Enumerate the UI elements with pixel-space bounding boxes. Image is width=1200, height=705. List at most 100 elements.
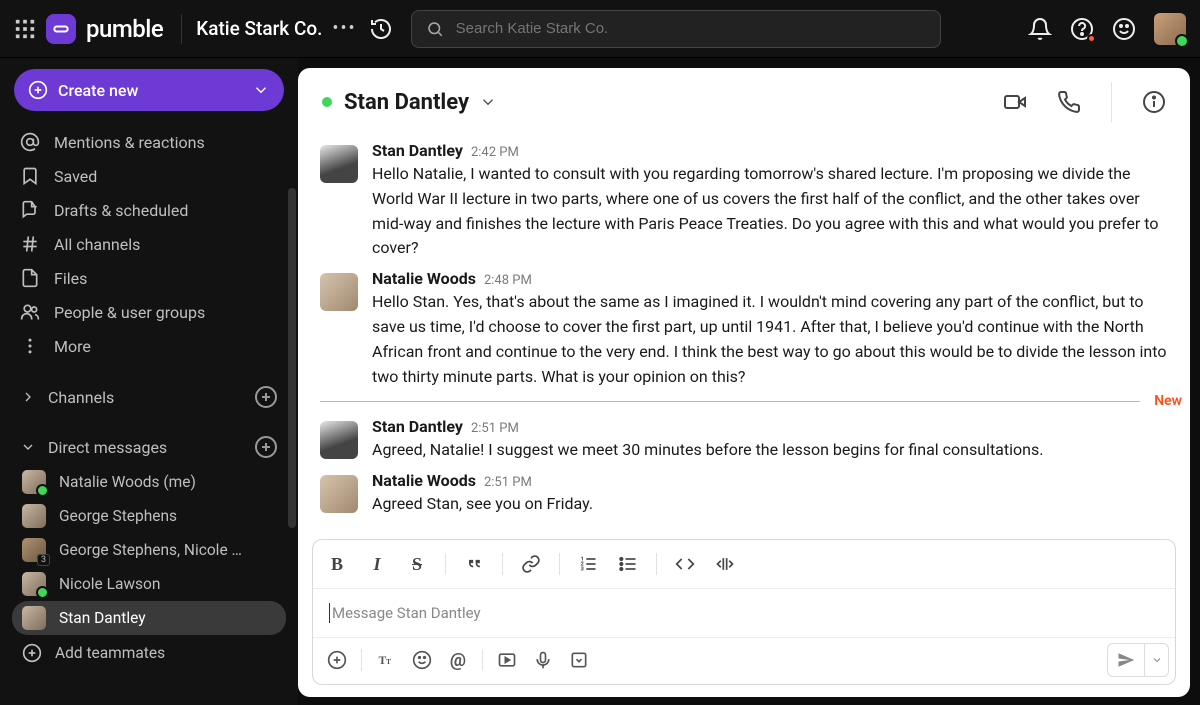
emoji-icon[interactable]	[1112, 17, 1136, 41]
create-new-button[interactable]: Create new	[14, 69, 284, 111]
video-clip-button[interactable]	[489, 642, 525, 678]
mention-icon	[20, 132, 40, 152]
sidebar-scrollbar[interactable]	[288, 188, 296, 528]
nav-mentions[interactable]: Mentions & reactions	[8, 125, 290, 159]
dm-item[interactable]: Natalie Woods (me)	[12, 465, 286, 499]
sidebar-primary-nav: Mentions & reactions Saved Drafts & sche…	[8, 125, 290, 363]
conversation-title[interactable]: Stan Dantley	[344, 90, 469, 115]
chevron-right-icon	[20, 389, 36, 405]
plus-circle-icon	[22, 643, 42, 663]
dm-item[interactable]: Nicole Lawson	[12, 567, 286, 601]
add-channel-icon[interactable]	[254, 385, 278, 409]
send-options-button[interactable]	[1144, 644, 1168, 676]
conversation-panel: Stan Dantley Stan Dantley 2:42 PMHello Na…	[298, 68, 1190, 697]
message: Stan Dantley2:51 PMAgreed, Natalie! I su…	[320, 411, 1182, 465]
current-user-avatar[interactable]	[1154, 13, 1186, 45]
video-call-icon[interactable]	[1003, 90, 1027, 114]
ordered-list-button[interactable]: 123	[570, 546, 606, 582]
message-avatar[interactable]	[320, 475, 358, 513]
composer-input[interactable]: Message Stan Dantley	[313, 589, 1175, 637]
message-author[interactable]: Natalie Woods	[372, 269, 476, 288]
nav-saved[interactable]: Saved	[8, 159, 290, 193]
dm-avatar	[22, 572, 46, 596]
app-switcher-icon[interactable]	[14, 18, 36, 40]
history-icon[interactable]	[369, 17, 393, 41]
message-author[interactable]: Stan Dantley	[372, 141, 463, 160]
add-dm-icon[interactable]	[254, 435, 278, 459]
dm-name: George Stephens, Nicole …	[59, 541, 242, 559]
divider	[445, 553, 446, 575]
bold-button[interactable]: B	[319, 546, 355, 582]
help-icon[interactable]	[1070, 17, 1094, 41]
nav-label: Files	[54, 269, 87, 288]
nav-label: Saved	[54, 167, 97, 186]
unordered-list-button[interactable]	[610, 546, 646, 582]
bookmark-icon	[20, 166, 40, 186]
notifications-icon[interactable]	[1028, 17, 1052, 41]
divider	[656, 553, 657, 575]
message-avatar[interactable]	[320, 145, 358, 183]
svg-text:T: T	[386, 657, 391, 666]
conversation-actions	[1003, 82, 1166, 122]
composer-format-toolbar: B I S 123	[313, 540, 1175, 589]
section-dms[interactable]: Direct messages	[8, 425, 290, 465]
dm-item[interactable]: George Stephens, Nicole …	[12, 533, 286, 567]
nav-label: All channels	[54, 235, 140, 254]
send-button[interactable]	[1108, 644, 1144, 676]
emoji-picker-button[interactable]	[404, 642, 440, 678]
attach-button[interactable]	[319, 642, 355, 678]
app-logo[interactable]	[46, 14, 76, 44]
message-time: 2:42 PM	[471, 145, 519, 160]
nav-drafts[interactable]: Drafts & scheduled	[8, 193, 290, 227]
search-box[interactable]	[411, 10, 941, 48]
code-button[interactable]	[667, 546, 703, 582]
message-author[interactable]: Stan Dantley	[372, 417, 463, 436]
nav-all-channels[interactable]: All channels	[8, 227, 290, 261]
composer-placeholder: Message Stan Dantley	[332, 604, 481, 622]
info-icon[interactable]	[1142, 90, 1166, 114]
quote-button[interactable]	[456, 546, 492, 582]
audio-clip-button[interactable]	[525, 642, 561, 678]
shortcuts-button[interactable]	[561, 642, 597, 678]
formatting-toggle-button[interactable]: TT	[368, 642, 404, 678]
search-icon	[426, 20, 444, 38]
chevron-down-icon[interactable]	[479, 93, 497, 111]
section-label: Channels	[48, 388, 114, 407]
search-input[interactable]	[456, 20, 926, 37]
topbar-left: pumble Katie Stark Co. •••	[14, 14, 393, 44]
message-text: Agreed Stan, see you on Friday.	[372, 490, 1178, 517]
more-icon	[20, 336, 40, 356]
org-menu-icon[interactable]: •••	[332, 18, 356, 39]
divider	[181, 14, 182, 44]
voice-call-icon[interactable]	[1057, 90, 1081, 114]
org-name[interactable]: Katie Stark Co.	[196, 17, 322, 40]
message-avatar[interactable]	[320, 273, 358, 311]
draft-icon	[20, 200, 40, 220]
strike-button[interactable]: S	[399, 546, 435, 582]
code-block-button[interactable]	[707, 546, 743, 582]
mention-button[interactable]: @	[440, 642, 476, 678]
chevron-down-icon	[20, 439, 36, 455]
top-bar: pumble Katie Stark Co. •••	[0, 0, 1200, 58]
nav-more[interactable]: More	[8, 329, 290, 363]
dm-item[interactable]: George Stephens	[12, 499, 286, 533]
message-author[interactable]: Natalie Woods	[372, 471, 476, 490]
message-list: Stan Dantley 2:42 PMHello Natalie, I want…	[298, 135, 1190, 529]
message-time: 2:48 PM	[484, 273, 532, 288]
nav-people[interactable]: People & user groups	[8, 295, 290, 329]
nav-label: People & user groups	[54, 303, 205, 322]
nav-files[interactable]: Files	[8, 261, 290, 295]
message-text: Hello Natalie, I wanted to consult with …	[372, 160, 1178, 261]
divider	[361, 649, 362, 671]
new-messages-divider: New	[320, 393, 1182, 409]
message-avatar[interactable]	[320, 421, 358, 459]
dm-item[interactable]: Stan Dantley	[12, 601, 286, 635]
divider	[559, 553, 560, 575]
dm-avatar	[22, 470, 46, 494]
italic-button[interactable]: I	[359, 546, 395, 582]
add-teammates-button[interactable]: Add teammates	[8, 635, 290, 671]
link-button[interactable]	[513, 546, 549, 582]
section-channels[interactable]: Channels	[8, 375, 290, 415]
dm-name: Stan Dantley	[59, 609, 146, 627]
hash-icon	[20, 234, 40, 254]
